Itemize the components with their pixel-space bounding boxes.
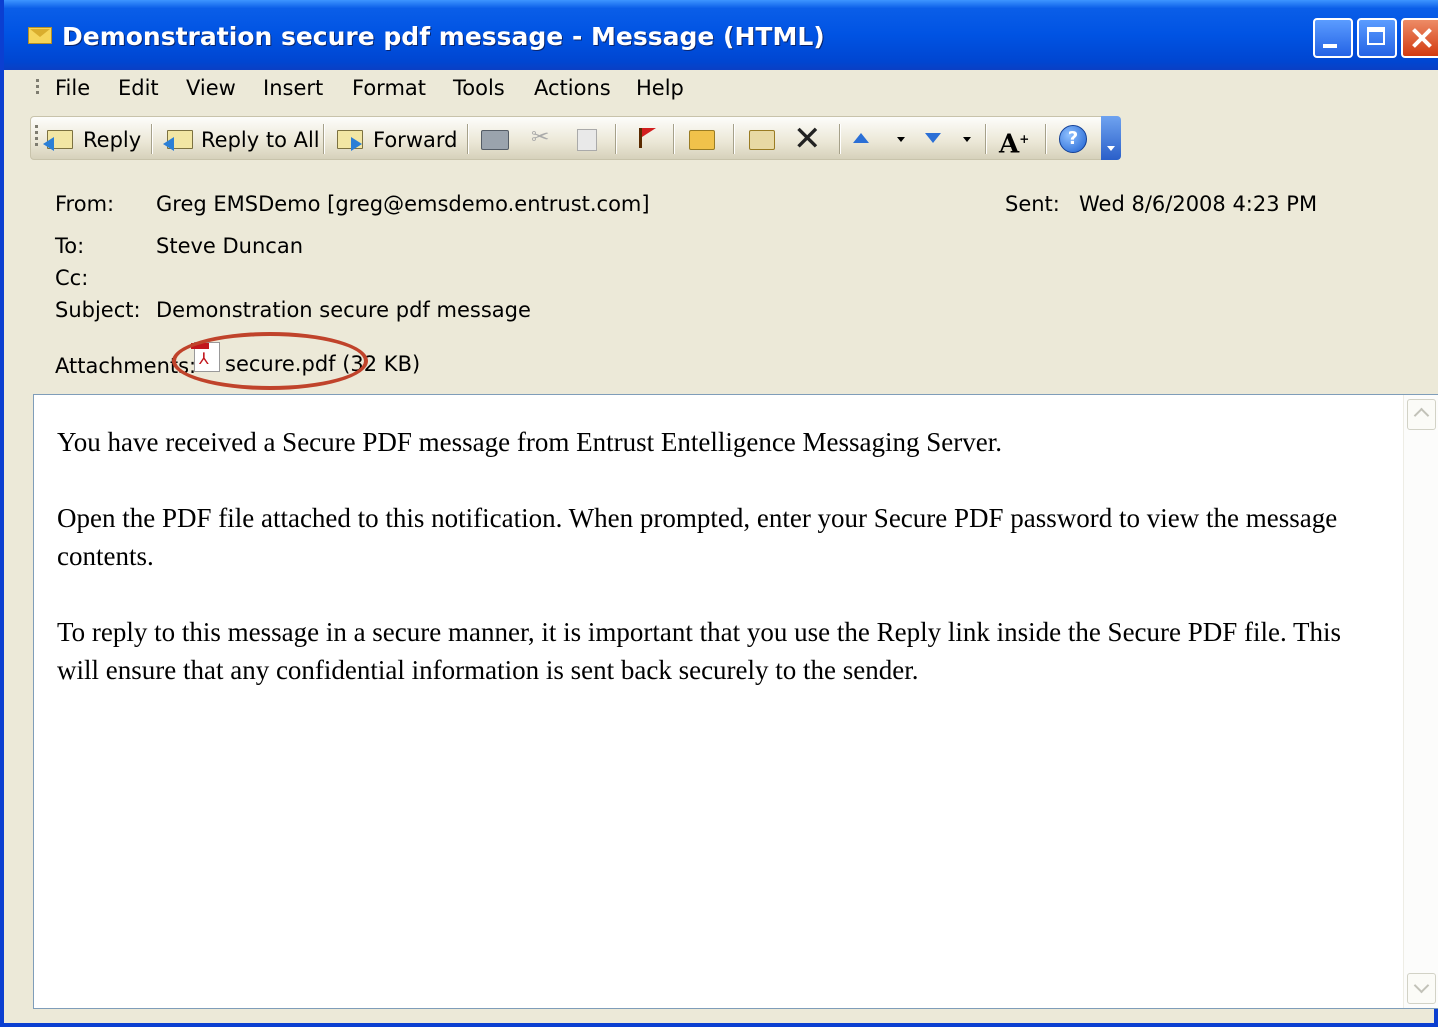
message-body[interactable]: You have received a Secure PDF message f… (33, 394, 1438, 1009)
menu-help[interactable]: Help (636, 76, 684, 100)
delete-icon[interactable]: ✕ (793, 122, 822, 156)
reply-label: Reply (83, 128, 142, 152)
menu-view[interactable]: View (186, 76, 236, 100)
forward-arrow-icon (351, 137, 362, 151)
forward-label: Forward (373, 128, 458, 152)
close-button[interactable] (1401, 18, 1438, 58)
sent-label: Sent: (1005, 192, 1060, 216)
message-window: Demonstration secure pdf message - Messa… (0, 0, 1438, 1027)
to-value[interactable]: Steve Duncan (156, 234, 303, 258)
window-title: Demonstration secure pdf message - Messa… (62, 22, 825, 51)
reply-all-arrow-icon (163, 137, 174, 151)
toolbar-divider (467, 124, 469, 154)
cut-icon[interactable]: ✂ (531, 127, 551, 149)
to-label: To: (55, 234, 85, 258)
standard-toolbar: Reply Reply to All Forward ✂ ✕ A+ ? (4, 112, 1438, 162)
toolbar-divider (1045, 124, 1047, 154)
toolbar-divider (615, 124, 617, 154)
scroll-down-button[interactable] (1407, 973, 1436, 1004)
cc-label: Cc: (55, 266, 89, 290)
menu-insert[interactable]: Insert (263, 76, 323, 100)
toolbar-divider (673, 124, 675, 154)
toolbar-divider (839, 124, 841, 154)
copy-icon[interactable] (577, 129, 597, 151)
previous-item-icon[interactable] (853, 133, 869, 143)
vertical-scrollbar[interactable] (1403, 395, 1438, 1008)
toolbar-divider (733, 124, 735, 154)
subject-value: Demonstration secure pdf message (156, 298, 531, 322)
previous-dropdown-icon[interactable] (897, 137, 905, 142)
toolbar-grip-icon[interactable] (35, 125, 38, 149)
move-to-folder-icon[interactable] (689, 130, 715, 150)
menu-edit[interactable]: Edit (118, 76, 159, 100)
subject-label: Subject: (55, 298, 141, 322)
toolbar-divider (323, 124, 325, 154)
help-icon[interactable]: ? (1059, 125, 1087, 153)
menu-grip-icon[interactable] (36, 79, 39, 97)
body-paragraph: You have received a Secure PDF message f… (57, 427, 1003, 457)
body-paragraph: To reply to this message in a secure man… (57, 617, 1342, 685)
flag-icon (642, 128, 656, 137)
toolbar-strip: Reply Reply to All Forward ✂ ✕ A+ ? (30, 116, 1120, 160)
from-value[interactable]: Greg EMSDemo [greg@emsdemo.entrust.com] (156, 192, 650, 216)
reply-arrow-icon (43, 137, 54, 151)
menu-actions[interactable]: Actions (534, 76, 611, 100)
attachments-label: Attachments: (55, 354, 197, 378)
toolbar-options-button[interactable] (1101, 116, 1121, 160)
attachment-name: secure.pdf (32 KB) (225, 352, 421, 376)
toolbar-divider (151, 124, 153, 154)
menu-tools[interactable]: Tools (453, 76, 505, 100)
title-bar[interactable]: Demonstration secure pdf message - Messa… (4, 0, 1438, 70)
from-label: From: (55, 192, 115, 216)
envelope-icon (28, 27, 52, 44)
print-icon[interactable] (481, 130, 509, 150)
sent-value: Wed 8/6/2008 4:23 PM (1079, 192, 1318, 216)
maximize-button[interactable] (1357, 18, 1397, 58)
menu-file[interactable]: File (55, 76, 90, 100)
scroll-up-button[interactable] (1407, 399, 1436, 430)
message-text: You have received a Secure PDF message f… (57, 423, 1377, 727)
next-dropdown-icon[interactable] (963, 137, 971, 142)
reply-all-label: Reply to All (201, 128, 320, 152)
next-item-icon[interactable] (925, 133, 941, 143)
minimize-button[interactable] (1313, 18, 1353, 58)
toolbar-divider (985, 124, 987, 154)
font-size-icon[interactable]: A+ (999, 126, 1029, 158)
paste-icon[interactable] (749, 130, 775, 150)
body-paragraph: Open the PDF file attached to this notif… (57, 503, 1338, 571)
menu-format[interactable]: Format (352, 76, 426, 100)
message-header: From: Greg EMSDemo [greg@emsdemo.entrust… (4, 162, 1438, 394)
pdf-file-icon: ⅄ (191, 342, 220, 372)
menu-bar: File Edit View Insert Format Tools Actio… (4, 70, 1438, 113)
